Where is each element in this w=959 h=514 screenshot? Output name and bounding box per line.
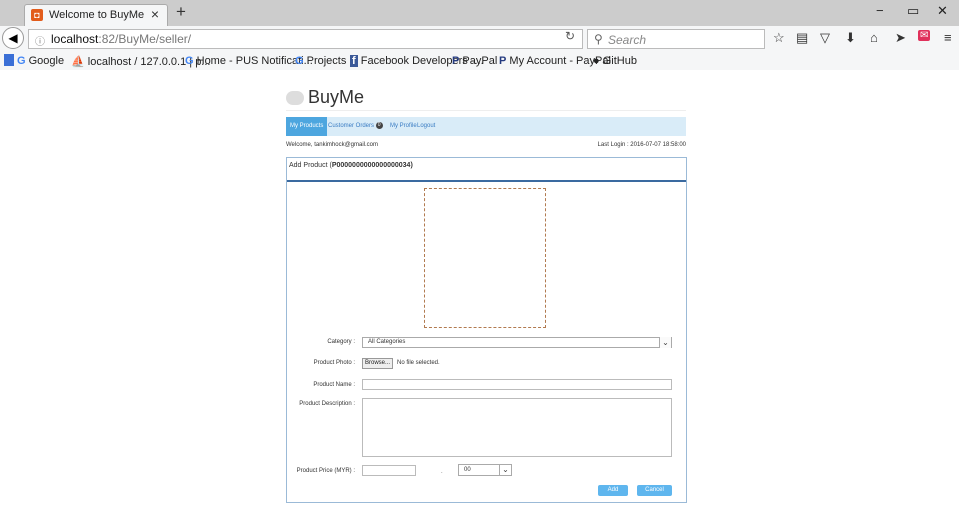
product-name-label: Product Name :: [313, 382, 355, 388]
restore-icon[interactable]: ▭: [907, 3, 919, 19]
search-placeholder: Search: [608, 33, 647, 47]
last-login-text: Last Login : 2016-07-07 18:58:00: [597, 142, 686, 148]
price-separator: .: [441, 469, 443, 475]
bookmark-paypal[interactable]: P PayPal: [452, 55, 497, 67]
site-nav-menu: My Products Customer Orders 0 My Profile…: [286, 117, 686, 136]
welcome-text: Welcome, tankimhock@gmail.com: [286, 142, 379, 148]
url-bar[interactable]: ⓘ localhost:82/BuyMe/seller/: [28, 29, 583, 49]
cancel-button[interactable]: Cancel: [637, 485, 672, 496]
google-icon: G: [17, 55, 26, 67]
product-description-label: Product Description :: [299, 401, 355, 407]
tab-title: Welcome to BuyMe: [49, 9, 145, 21]
bookmark-label: PayPal: [462, 55, 498, 67]
home-icon[interactable]: ⌂: [870, 30, 878, 45]
extension-icon[interactable]: ✉: [918, 30, 931, 41]
product-description-textarea[interactable]: [362, 398, 672, 457]
reading-list-icon[interactable]: ▤: [796, 30, 808, 46]
paypal-icon: P: [499, 55, 507, 67]
github-icon: ●: [593, 55, 600, 67]
send-icon[interactable]: ➤: [895, 30, 906, 46]
add-product-panel: Add Product (P0000000000000000034) Categ…: [286, 157, 687, 503]
panel-title-rule: [287, 180, 686, 182]
panel-title-prefix: Add Product (: [289, 162, 332, 169]
close-window-icon[interactable]: ✕: [937, 3, 948, 19]
search-bar[interactable]: ⚲ Search: [587, 29, 765, 49]
browser-tab-strip: ◘ Welcome to BuyMe × + − ▭ ✕: [0, 0, 959, 26]
orders-count-badge: 0: [375, 121, 383, 129]
info-icon[interactable]: ⓘ: [35, 33, 45, 48]
category-select-value: All Categories: [368, 339, 406, 345]
url-path: :82/BuyMe/seller/: [98, 32, 192, 46]
logo-text: BuyMe: [308, 87, 365, 107]
header-divider: [286, 110, 686, 111]
site-favicon-icon: ◘: [31, 9, 43, 21]
chevron-down-icon[interactable]: ⌄: [659, 337, 671, 348]
browse-button[interactable]: Browse...: [362, 358, 393, 369]
bookmark-home-pus[interactable]: G Home - PUS Notificati...: [185, 55, 313, 67]
phpmyadmin-icon: ⛵: [71, 56, 85, 68]
nav-customer-orders[interactable]: Customer Orders 0: [328, 117, 383, 136]
google-icon: G: [185, 55, 194, 67]
url-text: localhost:82/BuyMe/seller/: [51, 32, 191, 46]
bookmark-google[interactable]: G Google: [17, 55, 64, 67]
product-id: P0000000000000000034: [331, 162, 411, 169]
price-cents-select[interactable]: 00 ⌄: [458, 464, 512, 476]
price-cents-value: 00: [464, 467, 471, 473]
reload-icon[interactable]: ↻: [565, 29, 575, 43]
product-name-input[interactable]: [362, 379, 672, 390]
menu-icon[interactable]: ≡: [944, 30, 952, 45]
minimize-icon[interactable]: −: [876, 3, 884, 18]
download-icon[interactable]: ⬇: [845, 30, 856, 46]
category-label: Category :: [327, 339, 355, 345]
bookmark-github[interactable]: ● GitHub: [593, 55, 637, 67]
facebook-icon: f: [350, 55, 358, 67]
chevron-down-icon[interactable]: ⌄: [499, 464, 511, 476]
add-button[interactable]: Add: [598, 485, 628, 496]
url-host: localhost: [51, 32, 99, 46]
bookmark-label: GitHub: [602, 55, 637, 67]
bookmark-star-icon[interactable]: ☆: [773, 30, 785, 46]
product-photo-preview: [424, 188, 546, 328]
google-icon: G: [295, 55, 304, 67]
tab-close-icon[interactable]: ×: [151, 6, 159, 22]
back-arrow-icon[interactable]: ◀: [2, 27, 24, 49]
bookmark-label: Google: [28, 55, 65, 67]
paypal-icon: P: [452, 55, 460, 67]
bookmarks-bar: G Google ⛵ localhost / 127.0.0.1 | p... …: [0, 52, 959, 70]
panel-title: Add Product (P0000000000000000034): [289, 162, 413, 169]
product-photo-label: Product Photo :: [313, 360, 355, 366]
panel-title-suffix: ): [410, 162, 413, 169]
nav-logout[interactable]: Logout: [417, 117, 435, 136]
bookmark-projects[interactable]: G Projects: [295, 55, 346, 67]
product-price-label: Product Price (MYR) :: [296, 468, 355, 474]
site-logo[interactable]: BuyMe: [286, 87, 364, 108]
category-select[interactable]: All Categories ⌄: [362, 337, 672, 348]
browser-navbar: ◀ ⓘ localhost:82/BuyMe/seller/ ↻ ⚲ Searc…: [0, 26, 959, 53]
nav-my-profile[interactable]: My Profile: [390, 117, 417, 136]
pocket-icon[interactable]: ▽: [820, 30, 830, 46]
search-icon: ⚲: [594, 32, 603, 46]
file-status-text: No file selected.: [397, 360, 440, 366]
logo-cloud-icon: [286, 91, 304, 106]
bookmarks-menu-icon[interactable]: [4, 54, 14, 66]
product-price-input[interactable]: [362, 465, 416, 476]
new-tab-button[interactable]: +: [176, 2, 186, 22]
bookmark-label: Projects: [306, 55, 347, 67]
nav-customer-orders-label: Customer Orders: [328, 123, 375, 129]
nav-my-products[interactable]: My Products: [286, 117, 328, 136]
browser-tab[interactable]: ◘ Welcome to BuyMe ×: [24, 4, 168, 26]
